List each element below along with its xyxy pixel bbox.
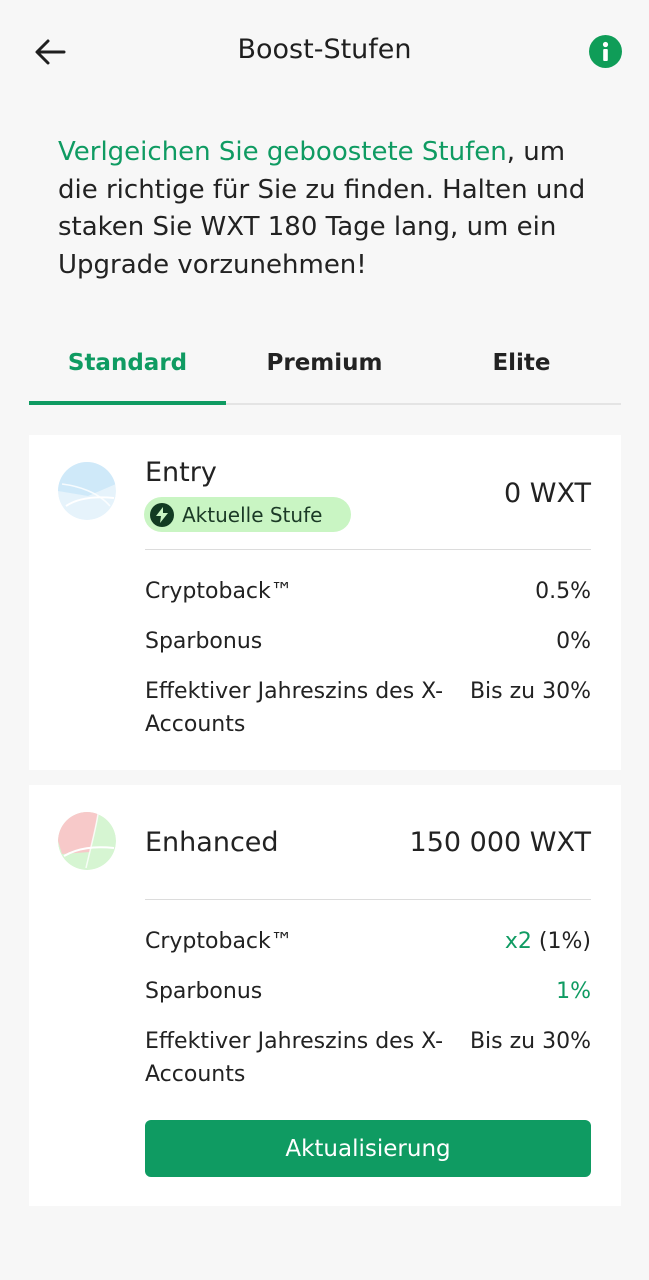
divider bbox=[145, 899, 591, 900]
row-label: Sparbonus bbox=[145, 979, 263, 1004]
tab-standard[interactable]: Standard bbox=[29, 330, 226, 405]
cryptoback-row: Cryptoback™ 0.5% bbox=[145, 575, 591, 608]
info-icon bbox=[602, 41, 609, 61]
tier-name: Entry bbox=[145, 457, 217, 488]
percent-value: (1%) bbox=[531, 929, 591, 954]
tier-enhanced-icon bbox=[58, 812, 116, 870]
row-label: Effektiver Jahreszins des X-Accounts bbox=[145, 1029, 444, 1087]
current-tier-badge: Aktuelle Stufe bbox=[144, 497, 351, 532]
row-value: Bis zu 30% bbox=[469, 679, 591, 704]
sparbonus-row: Sparbonus 0% bbox=[145, 625, 591, 658]
row-value: 0.5% bbox=[535, 579, 591, 604]
cryptoback-row: Cryptoback™ x2 (1%) bbox=[145, 925, 591, 958]
apy-row: Effektiver Jahreszins des X-Accounts Bis… bbox=[145, 675, 591, 741]
multiplier-value: x2 bbox=[504, 929, 532, 954]
info-button[interactable] bbox=[589, 35, 622, 68]
badge-label: Aktuelle Stufe bbox=[182, 502, 323, 527]
tier-card-entry: Entry Aktuelle Stufe 0 WXT Cryptoback™ 0… bbox=[29, 435, 621, 770]
divider bbox=[145, 549, 591, 550]
sparbonus-row: Sparbonus 1% bbox=[145, 975, 591, 1008]
tier-amount: 150 000 WXT bbox=[409, 827, 591, 858]
row-label: Cryptoback™ bbox=[145, 929, 293, 954]
tier-tabs: Standard Premium Elite bbox=[29, 330, 621, 405]
upgrade-button[interactable]: Aktualisierung bbox=[145, 1120, 591, 1177]
row-value: 0% bbox=[556, 629, 591, 654]
row-label: Cryptoback™ bbox=[145, 579, 293, 604]
apy-row: Effektiver Jahreszins des X-Accounts Bis… bbox=[145, 1025, 591, 1091]
compare-tiers-link[interactable]: Verlgeichen Sie geboostete Stufen bbox=[58, 137, 507, 167]
tab-premium[interactable]: Premium bbox=[226, 330, 423, 403]
row-value: Bis zu 30% bbox=[469, 1029, 591, 1054]
tier-card-enhanced: Enhanced 150 000 WXT Cryptoback™ x2 (1%)… bbox=[29, 785, 621, 1206]
row-value: x2 (1%) bbox=[505, 925, 591, 958]
row-label: Sparbonus bbox=[145, 629, 263, 654]
row-value: 1% bbox=[556, 979, 591, 1004]
page-title: Boost-Stufen bbox=[237, 34, 412, 65]
tier-amount: 0 WXT bbox=[504, 478, 591, 509]
row-label: Effektiver Jahreszins des X-Accounts bbox=[145, 679, 444, 737]
tab-elite[interactable]: Elite bbox=[423, 330, 620, 403]
tier-name: Enhanced bbox=[145, 827, 279, 858]
header: Boost-Stufen bbox=[0, 0, 649, 105]
lightning-icon bbox=[150, 502, 174, 527]
intro-text: Verlgeichen Sie geboostete Stufen, um di… bbox=[58, 134, 598, 284]
tier-entry-icon bbox=[58, 462, 116, 520]
